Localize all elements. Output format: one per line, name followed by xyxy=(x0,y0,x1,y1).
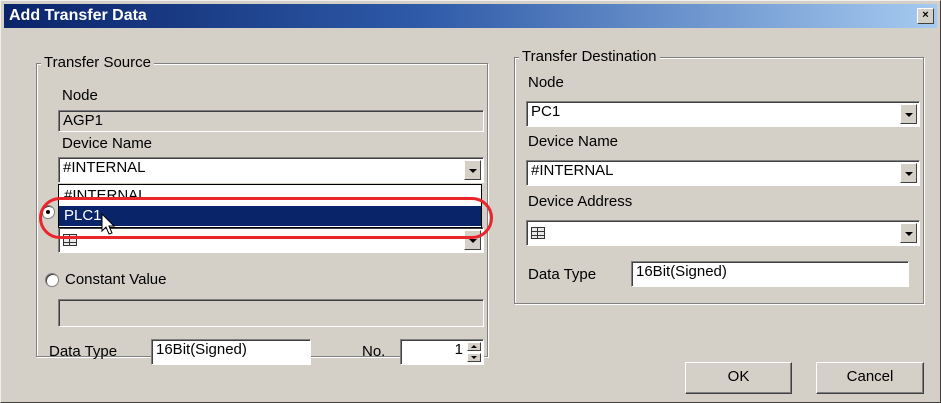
dest-node-select[interactable]: PC1 xyxy=(526,101,920,127)
close-button[interactable]: × xyxy=(917,8,934,24)
dest-device-address-label: Device Address xyxy=(528,193,633,210)
source-device-name-label: Device Name xyxy=(62,135,153,152)
no-label: No. xyxy=(362,343,386,360)
transfer-destination-title: Transfer Destination xyxy=(519,47,660,67)
source-node-label: Node xyxy=(62,87,98,104)
source-device-name-value: #INTERNAL xyxy=(63,159,146,176)
spin-down-button[interactable] xyxy=(467,353,481,362)
dest-data-type-label: Data Type xyxy=(528,266,597,283)
dest-device-address-select[interactable] xyxy=(526,220,920,246)
mouse-pointer-icon xyxy=(101,213,116,235)
title-bar[interactable]: Add Transfer Data × xyxy=(4,4,937,28)
dest-device-name-value: #INTERNAL xyxy=(531,162,614,179)
dest-device-name-dropdown-button[interactable] xyxy=(900,163,917,183)
constant-value-radio[interactable] xyxy=(45,273,59,287)
transfer-source-title: Transfer Source xyxy=(41,53,154,73)
ok-button[interactable]: OK xyxy=(685,362,792,394)
dest-device-address-dropdown-button[interactable] xyxy=(900,223,917,243)
dest-node-value: PC1 xyxy=(531,103,561,120)
dest-device-name-select[interactable]: #INTERNAL xyxy=(526,160,920,186)
source-node-field: AGP1 xyxy=(58,110,484,132)
source-device-name-select[interactable]: #INTERNAL xyxy=(58,157,484,183)
dialog-window: Add Transfer Data × Transfer Source Node… xyxy=(0,0,941,403)
source-data-type-label: Data Type xyxy=(49,343,118,360)
no-spinner xyxy=(467,342,481,362)
no-value: 1 xyxy=(454,341,463,358)
dest-node-label: Node xyxy=(528,74,564,91)
source-device-name-dropdown-button[interactable] xyxy=(464,160,481,180)
window-title: Add Transfer Data xyxy=(9,7,147,24)
dest-address-picker-icon[interactable] xyxy=(531,227,545,239)
dest-device-name-label: Device Name xyxy=(528,133,619,150)
no-stepper[interactable]: 1 xyxy=(400,339,484,365)
dest-data-type-field[interactable]: 16Bit(Signed) xyxy=(631,261,909,287)
source-data-type-field[interactable]: 16Bit(Signed) xyxy=(151,339,311,365)
spin-up-button[interactable] xyxy=(467,342,481,351)
dest-node-dropdown-button[interactable] xyxy=(900,104,917,124)
cancel-button[interactable]: Cancel xyxy=(816,362,924,394)
constant-value-label: Constant Value xyxy=(65,271,167,288)
constant-value-field[interactable] xyxy=(58,299,484,327)
